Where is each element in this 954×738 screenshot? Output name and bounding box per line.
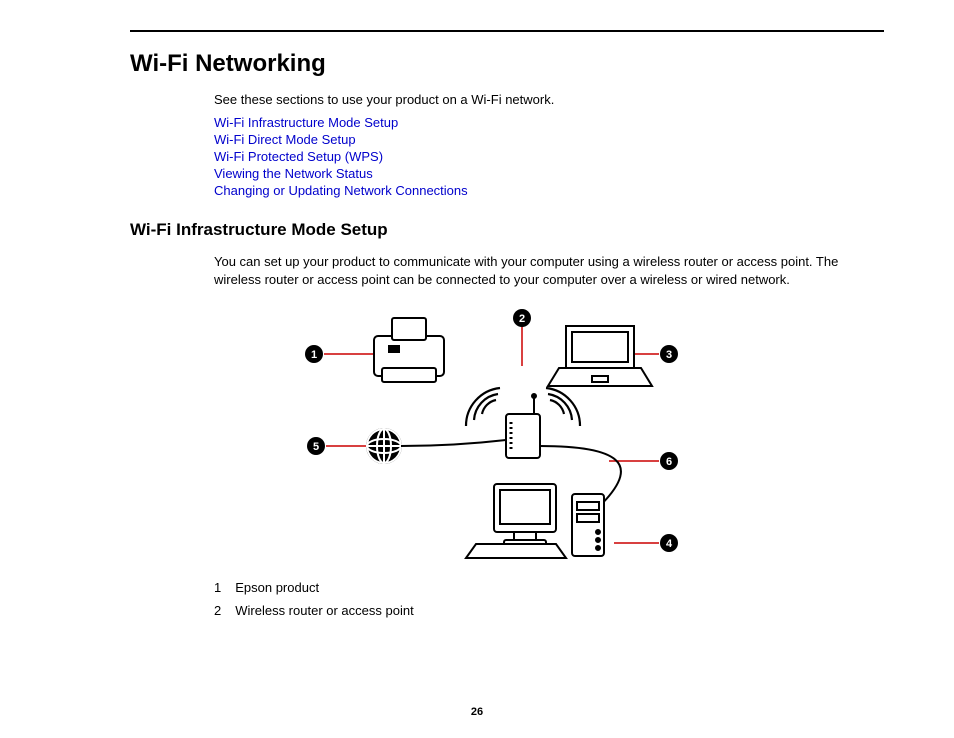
page-number: 26 <box>0 706 954 718</box>
printer-icon <box>374 318 444 382</box>
callout-4: 4 <box>666 538 673 550</box>
document-page: Wi-Fi Networking See these sections to u… <box>0 0 954 738</box>
diagram-legend: 1 Epson product 2 Wireless router or acc… <box>214 576 428 622</box>
callout-5: 5 <box>313 441 319 453</box>
section-body: You can set up your product to communica… <box>214 253 884 288</box>
wifi-waves-left-icon <box>466 388 500 426</box>
toc-link-status[interactable]: Viewing the Network Status <box>214 166 373 181</box>
callout-1: 1 <box>311 349 317 361</box>
page-title: Wi-Fi Networking <box>130 50 884 78</box>
globe-icon <box>367 429 401 463</box>
wifi-waves-right-icon <box>546 388 580 426</box>
network-diagram: 1 2 3 4 5 6 <box>214 306 694 566</box>
toc-link-list: Wi-Fi Infrastructure Mode Setup Wi-Fi Di… <box>214 115 884 198</box>
legend-num: 2 <box>214 599 235 622</box>
network-diagram-svg: 1 2 3 4 5 6 <box>214 306 694 566</box>
toc-link-wps[interactable]: Wi-Fi Protected Setup (WPS) <box>214 149 383 164</box>
page-rule <box>130 30 884 32</box>
toc-link-changing[interactable]: Changing or Updating Network Connections <box>214 183 468 198</box>
legend-row: 2 Wireless router or access point <box>214 599 428 622</box>
legend-num: 1 <box>214 576 235 599</box>
callout-2: 2 <box>519 313 525 325</box>
legend-text: Wireless router or access point <box>235 599 427 622</box>
intro-text: See these sections to use your product o… <box>214 92 884 107</box>
legend-row: 1 Epson product <box>214 576 428 599</box>
router-icon <box>506 394 540 458</box>
intro-block: See these sections to use your product o… <box>214 92 884 198</box>
toc-link-infrastructure[interactable]: Wi-Fi Infrastructure Mode Setup <box>214 115 398 130</box>
callout-6: 6 <box>666 456 672 468</box>
cable-internet <box>401 440 506 446</box>
laptop-icon <box>548 326 652 386</box>
toc-link-direct[interactable]: Wi-Fi Direct Mode Setup <box>214 132 356 147</box>
callout-3: 3 <box>666 349 672 361</box>
section-heading: Wi-Fi Infrastructure Mode Setup <box>130 220 884 240</box>
legend-text: Epson product <box>235 576 427 599</box>
desktop-icon <box>466 484 604 558</box>
